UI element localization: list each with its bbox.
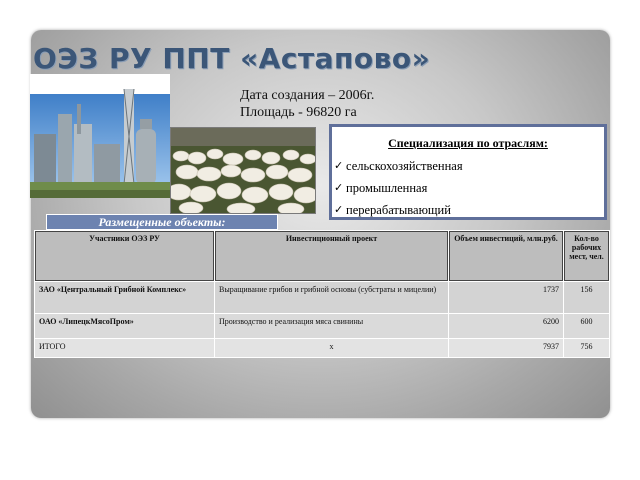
mushroom-photo [170, 127, 316, 214]
participant-cell: ЗАО «Центральный Грибной Комплекс» [34, 281, 215, 314]
participant-cell: ОАО «ЛипецкМясоПром» [34, 313, 215, 339]
jobs-cell: 600 [563, 313, 610, 339]
mushroom-illustration [171, 128, 315, 213]
total-project-cell: x [214, 338, 449, 358]
list-item: ✓ сельскохозяйственная [334, 155, 604, 177]
specialization-item: промышленная [346, 181, 428, 195]
header-jobs: Кол-во рабочих мест, чел. [563, 230, 610, 282]
total-jobs-cell: 756 [563, 338, 610, 358]
header-participants: Участники ОЭЗ РУ [34, 230, 215, 282]
header-investment: Объем инвестиций, млн.руб. [448, 230, 564, 282]
list-item: ✓ промышленная [334, 177, 604, 199]
investment-cell: 1737 [448, 281, 564, 314]
checkmark-icon: ✓ [334, 159, 344, 172]
project-cell: Производство и реализация мяса свинины [214, 313, 449, 339]
table-total-row: ИТОГО x 7937 756 [34, 338, 610, 358]
header-project: Инвестиционный проект [214, 230, 449, 282]
specialization-heading: Специализация по отраслям: [388, 136, 548, 150]
specialization-item: сельскохозяйственная [346, 159, 463, 173]
zone-info: Дата создания – 2006г. Площадь - 96820 г… [240, 87, 374, 121]
specialization-box: Специализация по отраслям: ✓ сельскохозяй… [329, 124, 607, 220]
project-cell: Выращивание грибов и грибной основы (суб… [214, 281, 449, 314]
factory-illustration [30, 74, 170, 198]
investment-table: Участники ОЭЗ РУ Инвестиционный проект О… [34, 230, 610, 358]
table-row: ОАО «ЛипецкМясоПром» Производство и реал… [34, 313, 610, 339]
slide-title: ОЭЗ РУ ППТ «Астапово» [33, 42, 431, 75]
table-row: ЗАО «Центральный Грибной Комплекс» Выращ… [34, 281, 610, 314]
specialization-list: ✓ сельскохозяйственная ✓ промышленная ✓ пер… [334, 155, 604, 221]
zone-area: Площадь - 96820 га [240, 105, 357, 120]
table-header-row: Участники ОЭЗ РУ Инвестиционный проект О… [34, 230, 610, 282]
factory-photo [30, 74, 170, 198]
jobs-cell: 156 [563, 281, 610, 314]
placed-objects-label: Размещенные объекты: [46, 214, 278, 230]
checkmark-icon: ✓ [334, 203, 344, 216]
total-label-cell: ИТОГО [34, 338, 215, 358]
checkmark-icon: ✓ [334, 181, 344, 194]
total-investment-cell: 7937 [448, 338, 564, 358]
investment-cell: 6200 [448, 313, 564, 339]
list-item: ✓ перерабатывающий [334, 199, 604, 221]
specialization-item: перерабатывающий [346, 203, 451, 217]
creation-date: Дата создания – 2006г. [240, 88, 375, 103]
